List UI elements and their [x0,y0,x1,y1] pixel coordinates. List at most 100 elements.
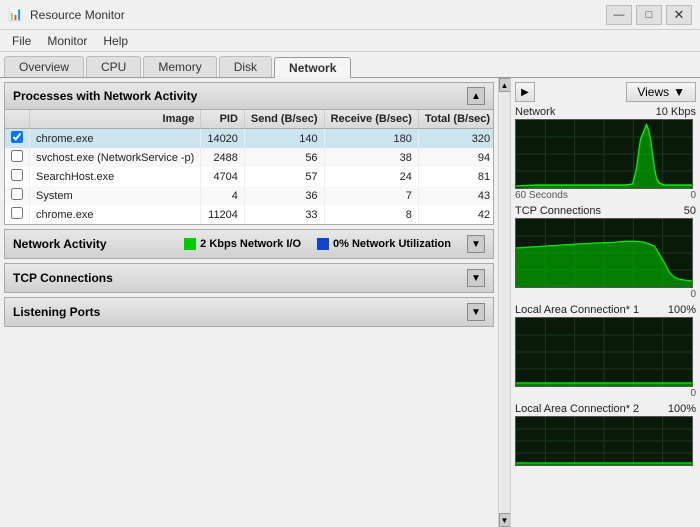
views-label: Views [637,85,669,99]
lac1-graph-bottom: 0 [515,388,696,399]
lac2-graph [515,416,693,466]
processes-header: Processes with Network Activity ▲ [5,83,493,110]
lac2-graph-section: Local Area Connection* 2 100% [515,403,696,466]
views-nav-btn[interactable]: ▶ [515,82,535,102]
row-send: 57 [244,167,324,186]
tab-disk[interactable]: Disk [219,56,272,77]
close-button[interactable]: ✕ [666,5,692,25]
lac1-graph-title-row: Local Area Connection* 1 100% [515,304,696,316]
window-controls: — □ ✕ [606,5,692,25]
menu-monitor[interactable]: Monitor [39,32,95,50]
row-checkbox-4[interactable] [11,207,23,219]
menu-file[interactable]: File [4,32,39,50]
row-pid: 11204 [201,205,245,224]
col-send[interactable]: Send (B/sec) [244,110,324,129]
legend-io: 2 Kbps Network I/O [184,238,301,250]
tab-memory[interactable]: Memory [143,56,216,77]
table-row[interactable]: svchost.exe (NetworkService -p) 2488 56 … [5,148,493,167]
app-icon: 📊 [8,7,24,23]
listening-ports-section: Listening Ports ▼ [4,297,494,327]
listening-ports-header[interactable]: Listening Ports ▼ [5,298,493,326]
right-panel: ▶ Views ▼ Network 10 Kbps [510,78,700,527]
network-graph [515,119,693,189]
row-total: 43 [418,186,493,205]
legend-io-text: 2 Kbps Network I/O [200,238,301,250]
network-graph-label: Network [515,106,555,118]
row-receive: 180 [324,129,418,149]
scrollbar-down[interactable]: ▼ [499,513,511,527]
row-checkbox-2[interactable] [11,169,23,181]
views-dropdown-btn[interactable]: Views ▼ [626,82,696,102]
network-graph-section: Network 10 Kbps [515,106,696,201]
table-row[interactable]: chrome.exe 14020 140 180 320 [5,129,493,149]
network-activity-header: Network Activity 2 Kbps Network I/O 0% N… [5,230,493,258]
scrollbar[interactable]: ▲ ▼ [498,78,510,527]
row-checkbox-cell [5,148,30,167]
col-total[interactable]: Total (B/sec) [418,110,493,129]
listening-ports-title: Listening Ports [13,305,100,319]
network-activity-section: Network Activity 2 Kbps Network I/O 0% N… [4,229,494,259]
tab-overview[interactable]: Overview [4,56,84,77]
lac1-graph [515,317,693,387]
table-row[interactable]: chrome.exe 11204 33 8 42 [5,205,493,224]
col-image[interactable]: Image [30,110,201,129]
col-receive[interactable]: Receive (B/sec) [324,110,418,129]
row-checkbox-1[interactable] [11,150,23,162]
row-pid: 2488 [201,148,245,167]
row-checkbox-cell [5,167,30,186]
tcp-graph-min: 0 [690,289,696,300]
network-graph-svg [516,120,692,188]
maximize-button[interactable]: □ [636,5,662,25]
row-send: 33 [244,205,324,224]
tcp-graph-max: 50 [684,205,696,217]
scrollbar-up[interactable]: ▲ [499,78,511,92]
scrollbar-track [500,92,510,513]
col-pid[interactable]: PID [201,110,245,129]
tcp-graph-bottom: 0 [515,289,696,300]
lac1-graph-section: Local Area Connection* 1 100% [515,304,696,399]
tcp-graph-label: TCP Connections [515,205,601,217]
network-graph-title-row: Network 10 Kbps [515,106,696,118]
network-graph-time: 60 Seconds [515,190,568,201]
tcp-connections-header[interactable]: TCP Connections ▼ [5,264,493,292]
row-receive: 38 [324,148,418,167]
row-image: chrome.exe [30,129,201,149]
legend-util-icon [317,238,329,250]
app-title: Resource Monitor [30,8,606,22]
tab-cpu[interactable]: CPU [86,56,141,77]
legend-utilization: 0% Network Utilization [317,238,451,250]
processes-expand-btn[interactable]: ▲ [467,87,485,105]
menu-help[interactable]: Help [95,32,136,50]
row-pid: 14020 [201,129,245,149]
tcp-graph [515,218,693,288]
lac1-graph-svg [516,318,692,386]
table-row[interactable]: System 4 36 7 43 [5,186,493,205]
table-row[interactable]: SearchHost.exe 4704 57 24 81 [5,167,493,186]
row-checkbox-3[interactable] [11,188,23,200]
row-receive: 7 [324,186,418,205]
tab-network[interactable]: Network [274,57,351,78]
tcp-connections-title: TCP Connections [13,271,113,285]
tcp-graph-title-row: TCP Connections 50 [515,205,696,217]
row-checkbox-0[interactable] [11,131,23,143]
processes-table-container: Image PID Send (B/sec) Receive (B/sec) T… [5,110,493,224]
views-header: ▶ Views ▼ [515,82,696,102]
listening-ports-expand-btn[interactable]: ▼ [467,303,485,321]
tcp-graph-svg [516,219,692,287]
row-pid: 4 [201,186,245,205]
lac1-graph-max: 100% [668,304,696,316]
tab-bar: Overview CPU Memory Disk Network [0,52,700,78]
minimize-button[interactable]: — [606,5,632,25]
views-dropdown-arrow: ▼ [673,85,685,99]
network-activity-expand-btn[interactable]: ▼ [467,235,485,253]
lac2-graph-max: 100% [668,403,696,415]
row-image: chrome.exe [30,205,201,224]
row-checkbox-cell [5,205,30,224]
row-image: SearchHost.exe [30,167,201,186]
network-activity-title: Network Activity [13,237,107,251]
processes-title: Processes with Network Activity [13,89,197,103]
processes-section: Processes with Network Activity ▲ Image … [4,82,494,225]
tcp-connections-expand-btn[interactable]: ▼ [467,269,485,287]
row-send: 56 [244,148,324,167]
row-image: svchost.exe (NetworkService -p) [30,148,201,167]
